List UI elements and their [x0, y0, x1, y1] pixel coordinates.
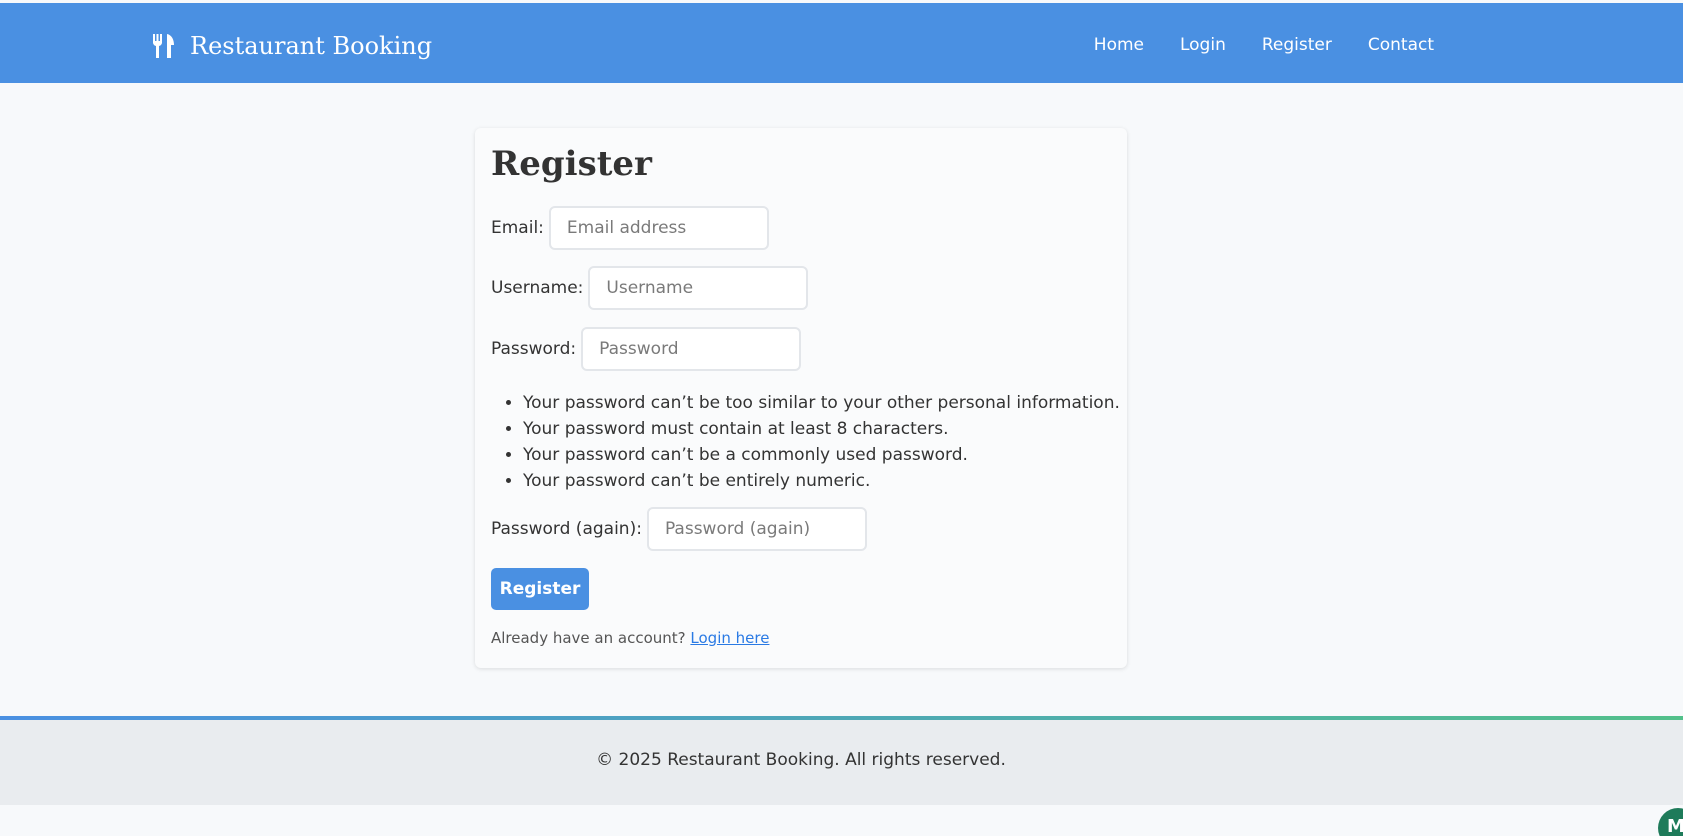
utensils-icon — [153, 34, 174, 58]
nav-contact[interactable]: Contact — [1350, 31, 1434, 59]
floating-badge-icon[interactable]: M — [1658, 808, 1683, 836]
nav-login[interactable]: Login — [1162, 31, 1244, 59]
top-navbar: Restaurant Booking Home Login Register C… — [0, 3, 1683, 83]
badge-letter: M — [1667, 816, 1683, 836]
login-prompt: Already have an account? Login here — [491, 629, 769, 647]
login-here-link[interactable]: Login here — [690, 629, 769, 647]
email-label: Email: — [491, 218, 544, 238]
password-label: Password: — [491, 339, 577, 359]
email-field[interactable] — [548, 206, 769, 250]
password-again-field[interactable] — [646, 507, 867, 551]
page-title: Register — [491, 144, 652, 184]
password-field[interactable] — [581, 327, 802, 371]
username-field[interactable] — [588, 266, 809, 310]
email-row: Email: — [491, 206, 769, 250]
register-button[interactable]: Register — [491, 568, 589, 610]
brand-name: Restaurant Booking — [190, 32, 433, 60]
password-rule: Your password can’t be too similar to yo… — [523, 390, 1120, 416]
username-row: Username: — [491, 266, 809, 310]
register-card: Register Email: Username: Password: Your… — [475, 128, 1127, 668]
footer: © 2025 Restaurant Booking. All rights re… — [0, 720, 1683, 805]
password-rule: Your password can’t be entirely numeric. — [523, 468, 1120, 494]
nav-register[interactable]: Register — [1244, 31, 1350, 59]
username-label: Username: — [491, 278, 584, 298]
footer-copyright: © 2025 Restaurant Booking. All rights re… — [596, 750, 1006, 770]
password-rules-list: Your password can’t be too similar to yo… — [523, 390, 1120, 494]
brand-link[interactable]: Restaurant Booking — [151, 29, 432, 63]
password-again-label: Password (again): — [491, 519, 642, 539]
password-rule: Your password can’t be a commonly used p… — [523, 442, 1120, 468]
password-again-row: Password (again): — [491, 507, 867, 551]
password-rule: Your password must contain at least 8 ch… — [523, 416, 1120, 442]
login-prompt-text: Already have an account? — [491, 629, 686, 647]
main-nav: Home Login Register Contact — [1076, 31, 1434, 59]
password-row: Password: — [491, 327, 802, 371]
nav-home[interactable]: Home — [1076, 31, 1162, 59]
page: Restaurant Booking Home Login Register C… — [0, 0, 1683, 836]
